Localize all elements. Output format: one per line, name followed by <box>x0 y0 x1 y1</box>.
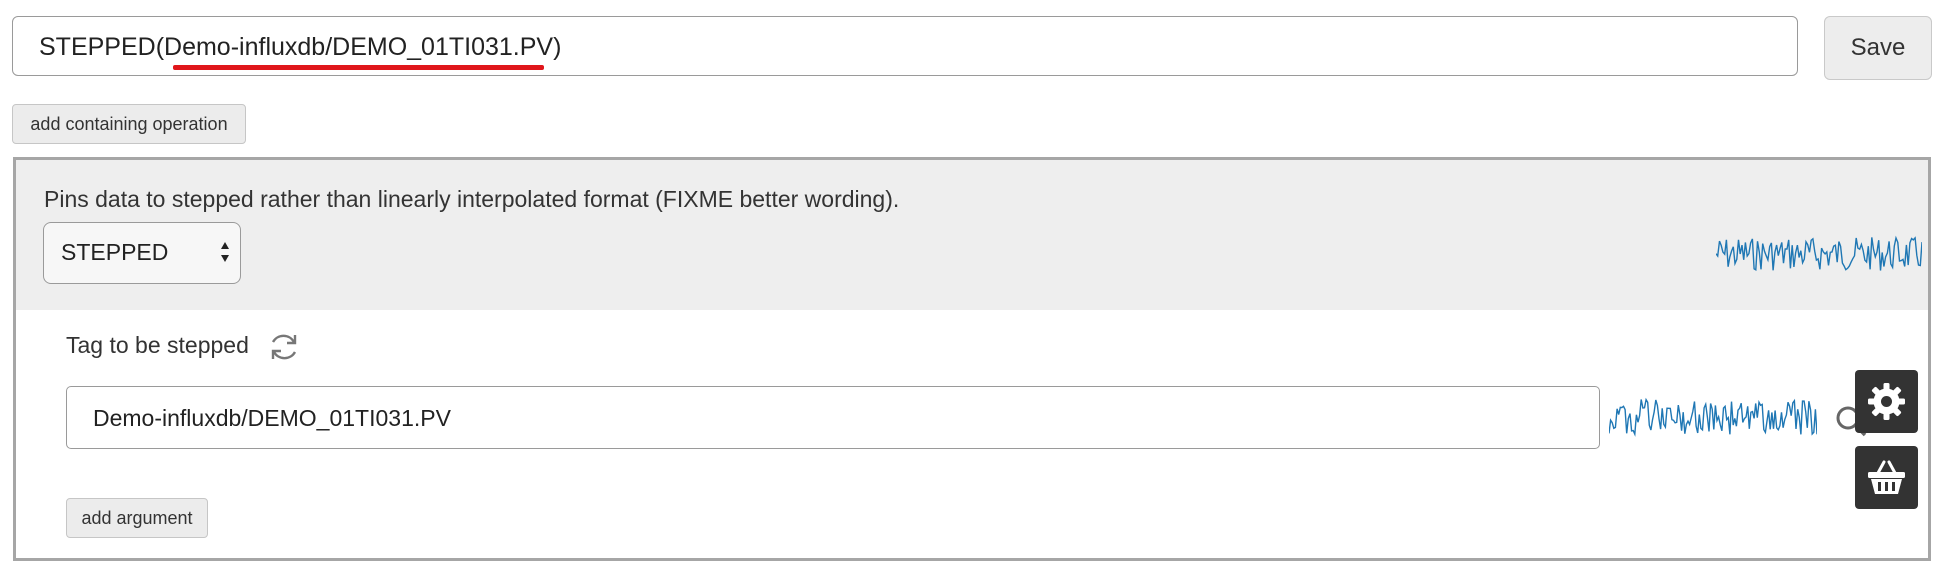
expression-text[interactable]: STEPPED(Demo-influxdb/DEMO_01TI031.PV) <box>39 33 561 62</box>
add-containing-operation-button[interactable]: add containing operation <box>12 104 246 144</box>
select-arrows-icon <box>221 242 229 262</box>
sparkline-trace <box>1716 235 1922 271</box>
operation-header: Pins data to stepped rather than linearl… <box>16 160 1928 310</box>
operation-select-value: STEPPED <box>61 239 169 265</box>
settings-button[interactable] <box>1855 370 1918 433</box>
add-argument-button[interactable]: add argument <box>66 498 208 538</box>
operation-select[interactable]: STEPPED <box>43 222 241 284</box>
argument-input-value[interactable]: Demo-influxdb/DEMO_01TI031.PV <box>93 405 451 432</box>
save-button[interactable]: Save <box>1824 16 1932 80</box>
basket-button[interactable] <box>1855 446 1918 509</box>
gear-icon <box>1868 383 1905 420</box>
highlight-underline <box>173 65 544 70</box>
operation-sparkline <box>1716 235 1922 271</box>
argument-label: Tag to be stepped <box>66 332 249 358</box>
argument-input[interactable]: Demo-influxdb/DEMO_01TI031.PV <box>66 386 1600 449</box>
basket-icon <box>1868 460 1905 494</box>
operation-description: Pins data to stepped rather than linearl… <box>44 186 900 212</box>
sparkline-trace <box>1609 397 1817 437</box>
operation-panel: Pins data to stepped rather than linearl… <box>13 157 1931 561</box>
refresh-icon[interactable] <box>267 330 301 364</box>
expression-input[interactable]: STEPPED(Demo-influxdb/DEMO_01TI031.PV) <box>12 16 1798 76</box>
argument-sparkline <box>1609 397 1817 437</box>
